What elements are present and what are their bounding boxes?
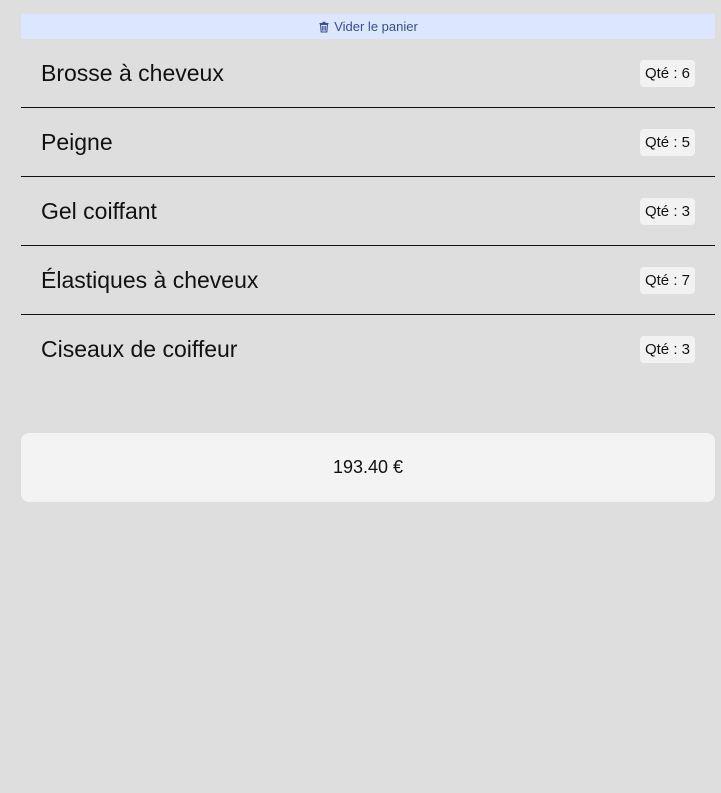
trash-icon (318, 21, 330, 33)
list-item[interactable]: Brosse à cheveux Qté : 6 (21, 39, 715, 108)
quantity-badge: Qté : 3 (639, 335, 695, 363)
clear-cart-label: Vider le panier (334, 19, 418, 34)
quantity-badge: Qté : 6 (639, 59, 695, 87)
list-item[interactable]: Gel coiffant Qté : 3 (21, 177, 715, 246)
clear-cart-button[interactable]: Vider le panier (21, 14, 715, 39)
item-name: Brosse à cheveux (41, 59, 224, 86)
item-name: Élastiques à cheveux (41, 266, 259, 293)
item-name: Gel coiffant (41, 197, 157, 224)
list-item[interactable]: Ciseaux de coiffeur Qté : 3 (21, 315, 715, 383)
list-item[interactable]: Élastiques à cheveux Qté : 7 (21, 246, 715, 315)
list-item[interactable]: Peigne Qté : 5 (21, 108, 715, 177)
item-name: Peigne (41, 128, 113, 155)
quantity-badge: Qté : 5 (639, 128, 695, 156)
cart-total: 193.40 € (21, 433, 715, 502)
cart-item-list: Brosse à cheveux Qté : 6 Peigne Qté : 5 … (21, 39, 715, 383)
quantity-badge: Qté : 3 (639, 197, 695, 225)
quantity-badge: Qté : 7 (639, 266, 695, 294)
cart-container: Vider le panier Brosse à cheveux Qté : 6… (21, 14, 715, 502)
item-name: Ciseaux de coiffeur (41, 335, 238, 362)
total-amount: 193.40 € (332, 457, 404, 477)
